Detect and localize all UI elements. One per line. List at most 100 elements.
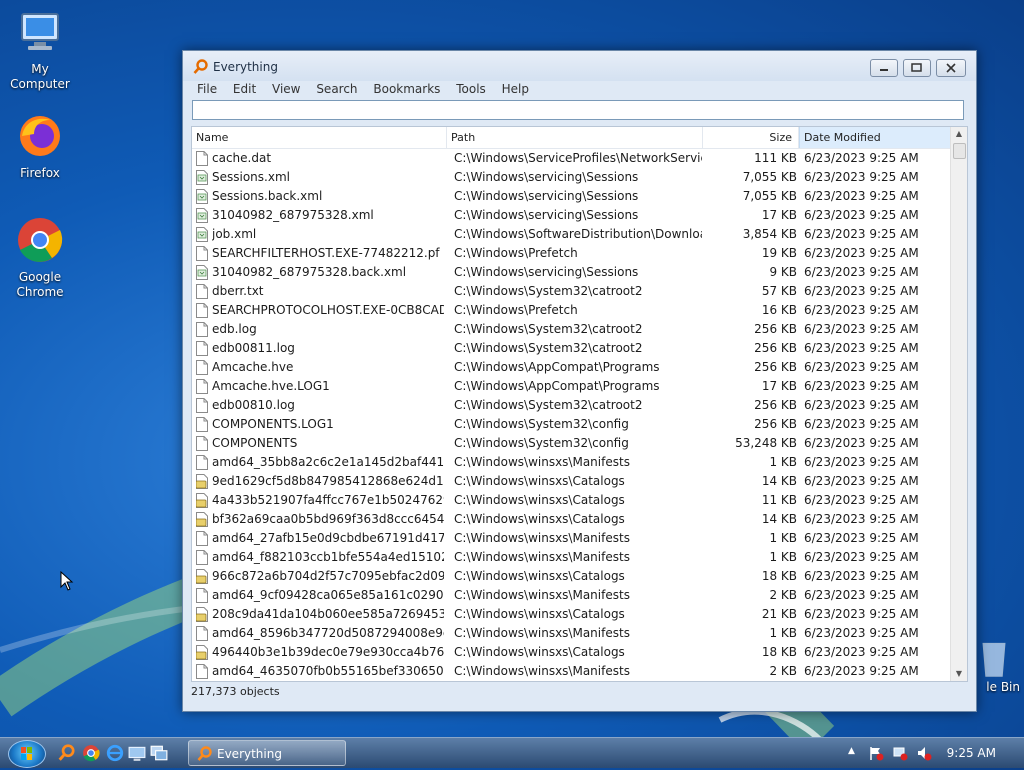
table-row[interactable]: 9ed1629cf5d8b847985412868e624d191e41... C… bbox=[192, 472, 951, 491]
row-date-modified: 6/23/2023 9:25 AM bbox=[804, 265, 919, 279]
column-size[interactable]: Size bbox=[703, 127, 799, 148]
menu-file[interactable]: File bbox=[191, 81, 223, 97]
row-name: Amcache.hve.LOG1 bbox=[212, 379, 330, 393]
row-date-modified: 6/23/2023 9:25 AM bbox=[804, 569, 919, 583]
xml-file-icon bbox=[196, 170, 208, 185]
row-size: 256 KB bbox=[754, 360, 797, 374]
column-date-modified[interactable]: Date Modified bbox=[799, 127, 951, 148]
search-input[interactable] bbox=[192, 100, 964, 120]
scroll-down-icon[interactable]: ▼ bbox=[951, 667, 967, 681]
show-desktop-icon[interactable] bbox=[128, 744, 146, 762]
row-name: COMPONENTS.LOG1 bbox=[212, 417, 334, 431]
table-row[interactable]: COMPONENTS.LOG1 C:\Windows\System32\confi… bbox=[192, 415, 951, 434]
table-row[interactable]: Sessions.back.xml C:\Windows\servicing\Se… bbox=[192, 187, 951, 206]
table-row[interactable]: 4a433b521907fa4ffcc767e1b5024762974a5...… bbox=[192, 491, 951, 510]
table-row[interactable]: COMPONENTS C:\Windows\System32\config 53,2… bbox=[192, 434, 951, 453]
row-date-modified: 6/23/2023 9:25 AM bbox=[804, 436, 919, 450]
table-row[interactable]: amd64_8596b347720d5087294008e9c6e529... C… bbox=[192, 624, 951, 643]
table-row[interactable]: dberr.txt C:\Windows\System32\catroot2 57 … bbox=[192, 282, 951, 301]
menu-bookmarks[interactable]: Bookmarks bbox=[367, 81, 446, 97]
row-path: C:\Windows\winsxs\Manifests bbox=[454, 531, 630, 545]
table-row[interactable]: 208c9da41da104b060ee585a726945364d17... C… bbox=[192, 605, 951, 624]
row-name: 496440b3e1b39dec0e79e930cca4b7605ed0... bbox=[212, 645, 444, 659]
title-bar[interactable]: Everything bbox=[183, 51, 976, 81]
menu-help[interactable]: Help bbox=[496, 81, 535, 97]
table-row[interactable]: SEARCHPROTOCOLHOST.EXE-0CB8CADE... C:\Win… bbox=[192, 301, 951, 320]
desktop-icon-google-chrome[interactable]: Google Chrome bbox=[0, 216, 80, 300]
table-row[interactable]: edb.log C:\Windows\System32\catroot2 256 K… bbox=[192, 320, 951, 339]
table-row[interactable]: Amcache.hve.LOG1 C:\Windows\AppCompat\Pro… bbox=[192, 377, 951, 396]
table-row[interactable]: amd64_9cf09428ca065e85a161c02909e1ab... C… bbox=[192, 586, 951, 605]
table-row[interactable]: amd64_27afb15e0d9cbdbe67191d4172b55... C:… bbox=[192, 529, 951, 548]
row-path: C:\Windows\servicing\Sessions bbox=[454, 208, 639, 222]
file-icon bbox=[196, 360, 208, 375]
table-row[interactable]: edb00810.log C:\Windows\System32\catroot2… bbox=[192, 396, 951, 415]
table-row[interactable]: amd64_4635070fb0b55165bef330650d3311... C… bbox=[192, 662, 951, 681]
table-row[interactable]: amd64_f882103ccb1bfe554a4ed15102847b... C… bbox=[192, 548, 951, 567]
desktop-icon-firefox[interactable]: Firefox bbox=[0, 112, 80, 181]
row-date-modified: 6/23/2023 9:25 AM bbox=[804, 417, 919, 431]
menu-tools[interactable]: Tools bbox=[450, 81, 492, 97]
menu-edit[interactable]: Edit bbox=[227, 81, 262, 97]
chrome-icon bbox=[18, 218, 63, 262]
row-path: C:\Windows\winsxs\Manifests bbox=[454, 626, 630, 640]
action-center-flag-icon[interactable] bbox=[868, 745, 884, 761]
vertical-scrollbar[interactable]: ▲ ▼ bbox=[950, 127, 967, 681]
chrome-quicklaunch-icon[interactable] bbox=[82, 744, 100, 762]
menu-view[interactable]: View bbox=[266, 81, 306, 97]
everything-quicklaunch-icon[interactable] bbox=[58, 744, 76, 762]
table-row[interactable]: SEARCHFILTERHOST.EXE-77482212.pf C:\Windo… bbox=[192, 244, 951, 263]
clock[interactable]: 9:25 AM bbox=[947, 746, 996, 760]
row-date-modified: 6/23/2023 9:25 AM bbox=[804, 227, 919, 241]
internet-explorer-icon[interactable] bbox=[106, 744, 124, 762]
scrollbar-thumb[interactable] bbox=[953, 143, 966, 159]
show-hidden-icons-icon[interactable]: ▲ bbox=[848, 746, 855, 756]
switch-windows-icon[interactable] bbox=[150, 744, 168, 762]
start-button[interactable] bbox=[8, 740, 46, 768]
desktop-icon-label: Firefox bbox=[20, 166, 60, 180]
table-row[interactable]: job.xml C:\Windows\SoftwareDistribution\D… bbox=[192, 225, 951, 244]
table-row[interactable]: 966c872a6b704d2f57c7095ebfac2d09bc190...… bbox=[192, 567, 951, 586]
taskbar-button-everything[interactable]: Everything bbox=[188, 740, 346, 766]
row-name: edb00810.log bbox=[212, 398, 295, 412]
close-button[interactable] bbox=[936, 59, 966, 77]
table-row[interactable]: cache.dat C:\Windows\ServiceProfiles\Netw… bbox=[192, 149, 951, 168]
scroll-up-icon[interactable]: ▲ bbox=[951, 127, 967, 141]
table-row[interactable]: 31040982_687975328.back.xml C:\Windows\se… bbox=[192, 263, 951, 282]
row-path: C:\Windows\Prefetch bbox=[454, 303, 578, 317]
table-row[interactable]: edb00811.log C:\Windows\System32\catroot2… bbox=[192, 339, 951, 358]
row-path: C:\Windows\SoftwareDistribution\Download… bbox=[454, 227, 702, 241]
row-date-modified: 6/23/2023 9:25 AM bbox=[804, 550, 919, 564]
table-row[interactable]: Sessions.xml C:\Windows\servicing\Session… bbox=[192, 168, 951, 187]
volume-icon[interactable] bbox=[916, 745, 932, 761]
table-row[interactable]: Amcache.hve C:\Windows\AppCompat\Programs… bbox=[192, 358, 951, 377]
file-icon bbox=[196, 417, 208, 432]
column-path[interactable]: Path bbox=[447, 127, 703, 148]
recycle-bin-icon bbox=[982, 642, 1006, 677]
table-row[interactable]: 31040982_687975328.xml C:\Windows\servici… bbox=[192, 206, 951, 225]
table-row[interactable]: 496440b3e1b39dec0e79e930cca4b7605ed0... C… bbox=[192, 643, 951, 662]
row-size: 11 KB bbox=[761, 493, 797, 507]
table-row[interactable]: bf362a69caa0b5bd969f363d8ccc6454328b... C… bbox=[192, 510, 951, 529]
xml-file-icon bbox=[196, 265, 208, 280]
row-path: C:\Windows\winsxs\Catalogs bbox=[454, 569, 625, 583]
minimize-icon bbox=[880, 69, 888, 71]
minimize-button[interactable] bbox=[870, 59, 898, 77]
row-date-modified: 6/23/2023 9:25 AM bbox=[804, 360, 919, 374]
row-date-modified: 6/23/2023 9:25 AM bbox=[804, 303, 919, 317]
maximize-icon bbox=[911, 63, 922, 72]
row-path: C:\Windows\winsxs\Catalogs bbox=[454, 645, 625, 659]
row-date-modified: 6/23/2023 9:25 AM bbox=[804, 607, 919, 621]
row-path: C:\Windows\System32\config bbox=[454, 436, 629, 450]
xml-file-icon bbox=[196, 189, 208, 204]
menu-search[interactable]: Search bbox=[310, 81, 363, 97]
row-path: C:\Windows\servicing\Sessions bbox=[454, 170, 639, 184]
file-icon bbox=[196, 436, 208, 451]
column-name[interactable]: Name bbox=[192, 127, 447, 148]
table-row[interactable]: amd64_35bb8a2c6c2e1a145d2baf4414e1a6... C… bbox=[192, 453, 951, 472]
row-path: C:\Windows\System32\catroot2 bbox=[454, 341, 643, 355]
desktop-icon-my-computer[interactable]: My Computer bbox=[0, 8, 80, 92]
maximize-button[interactable] bbox=[903, 59, 931, 77]
file-icon bbox=[196, 455, 208, 470]
network-icon[interactable] bbox=[892, 745, 908, 761]
